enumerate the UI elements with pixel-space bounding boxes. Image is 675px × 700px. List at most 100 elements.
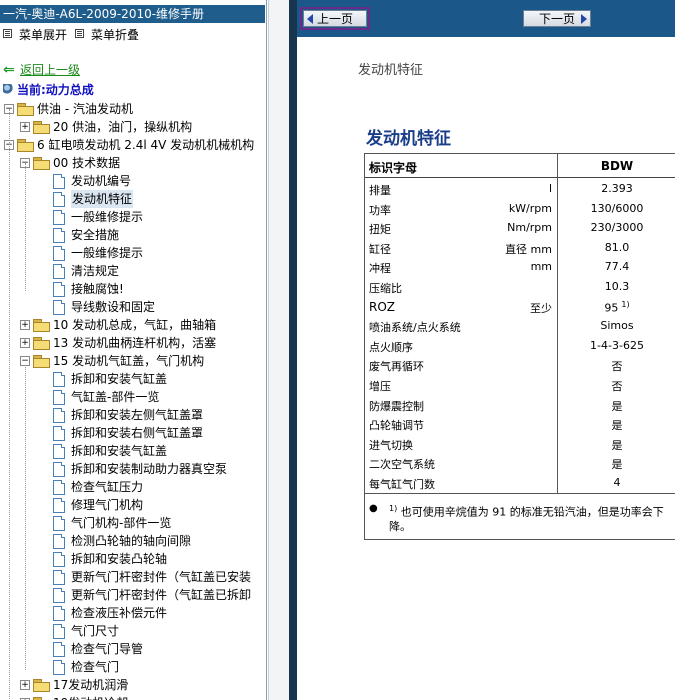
row-value: 230/3000 [558, 221, 675, 234]
document-icon [53, 210, 65, 225]
arrow-left-icon [307, 14, 313, 24]
tree-doc-item[interactable]: 安全措施 [0, 226, 266, 244]
tree-doc-item[interactable]: 检查气门 [0, 658, 266, 676]
row-value-footnote-mark: 1) [621, 299, 630, 309]
next-page-button[interactable]: 下一页 [523, 10, 591, 27]
tree-doc-item[interactable]: 导线敷设和固定 [0, 298, 266, 316]
tree-doc-item[interactable]: 检查气缸压力 [0, 478, 266, 496]
document-icon [53, 390, 65, 405]
back-link[interactable]: ⇐ 返回上一级 [3, 62, 80, 78]
header-value: BDW [600, 159, 634, 173]
menu-collapse-button[interactable]: 菜单折叠 [75, 27, 139, 43]
tree-item-label: 拆卸和安装气缸盖 [71, 372, 168, 386]
collapse-icon [75, 29, 84, 38]
tree-item-label: 导线敷设和固定 [71, 300, 156, 314]
previous-page-button[interactable]: 上一页 [300, 7, 370, 30]
expand-toggle-icon[interactable]: + [20, 680, 30, 690]
tree-doc-item[interactable]: 更新气门杆密封件（气缸盖已拆卸 [0, 586, 266, 604]
collapse-toggle-icon[interactable]: − [20, 356, 30, 366]
tree-item-label: 00 技术数据 [53, 156, 121, 170]
row-label: 凸轮轴调节 [369, 419, 424, 433]
tree-doc-item[interactable]: 拆卸和安装制动助力器真空泵 [0, 460, 266, 478]
bullet-icon: ● [369, 503, 378, 514]
tree-doc-item[interactable]: 检查液压补偿元件 [0, 604, 266, 622]
row-label: 冲程 [369, 262, 391, 276]
table-row: 凸轮轴调节 是 [365, 414, 675, 433]
tree-folder-item[interactable]: +10 发动机总成，气缸，曲轴箱 [0, 316, 266, 334]
tree-item-label: 检查气缸压力 [71, 480, 144, 494]
expand-toggle-icon[interactable]: + [20, 320, 30, 330]
row-label: 喷油系统/点火系统 [369, 321, 461, 335]
tree-doc-item[interactable]: 气门机构-部件一览 [0, 514, 266, 532]
tree-doc-item[interactable]: 发动机编号 [0, 172, 266, 190]
row-value-text: 10.3 [604, 280, 630, 293]
footnote-mark: 1) [389, 504, 398, 513]
row-label: 排量 [369, 184, 391, 197]
tree-doc-item[interactable]: 拆卸和安装左侧气缸盖罩 [0, 406, 266, 424]
row-value-text: 1-4-3-625 [590, 338, 644, 352]
menu-collapse-label: 菜单折叠 [91, 28, 140, 42]
tree-doc-item[interactable]: 更新气门杆密封件（气缸盖已安装 [0, 568, 266, 586]
tree-folder-item[interactable]: +20 供油，油门，操纵机构 [0, 118, 266, 136]
tree-doc-item[interactable]: 检测凸轮轴的轴向间隙 [0, 532, 266, 550]
tree-doc-item[interactable]: 气缸盖-部件一览 [0, 388, 266, 406]
tree-folder-item[interactable]: −00 技术数据 [0, 154, 266, 172]
splitter-handle[interactable] [289, 0, 297, 700]
document-icon [53, 300, 65, 315]
row-value-text: Simos [600, 319, 634, 333]
header-label: 标识字母 [369, 161, 418, 175]
tree-folder-item[interactable]: − 15 发动机气缸盖，气门机构 [0, 352, 266, 370]
tree-folder-item[interactable]: +17发动机润滑 [0, 676, 266, 694]
tree-folder-item[interactable]: +19发动机冷却 [0, 694, 266, 700]
table-bottom-line [365, 493, 675, 494]
row-unit: kW/rpm [508, 201, 552, 215]
folder-icon [33, 157, 50, 170]
tree-doc-item[interactable]: 清洁规定 [0, 262, 266, 280]
row-label: 防爆震控制 [369, 399, 424, 413]
row-unit: l [548, 182, 552, 195]
current-location-label: 当前:动力总成 [17, 83, 94, 97]
tree-doc-item[interactable]: 一般维修提示 [0, 244, 266, 262]
tree-doc-item[interactable]: 拆卸和安装凸轮轴 [0, 550, 266, 568]
current-location: 当前:动力总成 [3, 82, 94, 98]
tree-doc-item[interactable]: 一般维修提示 [0, 208, 266, 226]
row-unit: mm [530, 260, 552, 274]
tree-doc-item[interactable]: 接触腐蚀! [0, 280, 266, 298]
tree-guide-line [25, 367, 26, 670]
document-icon [53, 588, 65, 603]
tree-doc-item[interactable]: 检查气门导管 [0, 640, 266, 658]
row-label: 功率 [369, 203, 391, 217]
spec-table: 标识字母 BDW 排量 l 2.393 功率 kW/rpm 130/6000 扭矩 Nm/rp… [364, 153, 675, 540]
tree-item-label: 清洁规定 [71, 264, 120, 278]
tree-item-label: 一般维修提示 [71, 246, 144, 260]
row-value-text: 77.4 [604, 260, 630, 274]
tree-doc-item[interactable]: 气门尺寸 [0, 622, 266, 640]
tree-folder-item[interactable]: − 供油 - 汽油发动机 [0, 100, 266, 118]
table-header-row: 标识字母 BDW [365, 154, 675, 178]
table-row: 喷油系统/点火系统 Simos [365, 316, 675, 335]
expand-toggle-icon[interactable]: + [20, 122, 30, 132]
row-value-text: 否 [611, 360, 623, 374]
row-value: 10.3 [558, 280, 675, 293]
table-row: 排量 l 2.393 [365, 179, 675, 198]
document-icon [53, 570, 65, 585]
table-row: 进气切换 是 [365, 434, 675, 453]
row-value-text: 2.393 [601, 182, 633, 195]
row-value: Simos [558, 319, 675, 332]
tree-doc-item[interactable]: 拆卸和安装气缸盖 [0, 442, 266, 460]
table-row: 每气缸气门数 4 [365, 473, 675, 492]
footnote-body: 也可使用辛烷值为 91 的标准无铅汽油，但是功率会下降。 [389, 505, 664, 533]
tree-doc-item[interactable]: 拆卸和安装气缸盖 [0, 370, 266, 388]
folder-icon [33, 121, 50, 134]
expand-toggle-icon[interactable]: + [20, 338, 30, 348]
tree-doc-item[interactable]: 修理气门机构 [0, 496, 266, 514]
table-row: 压缩比 10.3 [365, 277, 675, 296]
tree-doc-item[interactable]: 拆卸和安装右侧气缸盖罩 [0, 424, 266, 442]
tree-doc-item[interactable]: 发动机特征 [0, 190, 266, 208]
tree-folder-item[interactable]: −6 缸电喷发动机 2.4l 4V 发动机机械机构 [0, 136, 266, 154]
tree-folder-item[interactable]: +13 发动机曲柄连杆机构，活塞 [0, 334, 266, 352]
row-label: ROZ [369, 299, 396, 314]
menu-expand-button[interactable]: 菜单展开 [3, 27, 67, 43]
document-panel: 上一页 下一页 发动机特征 发动机特征 标识字母 BDW 排量 l 2.393 功率 k… [297, 0, 675, 700]
document-icon [53, 534, 65, 549]
